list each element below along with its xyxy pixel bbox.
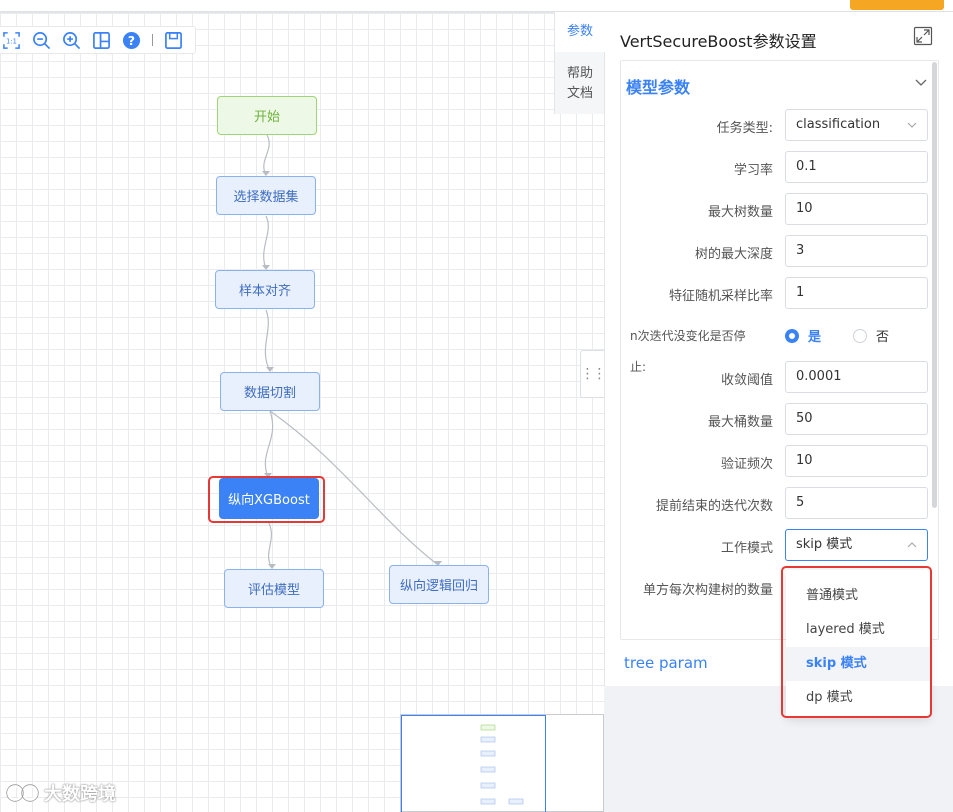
svg-text:1:1: 1:1 (6, 37, 17, 45)
section-title-model-params: 模型参数 (626, 78, 691, 97)
chevron-up-icon (907, 542, 917, 548)
top-right-button[interactable] (850, 0, 944, 10)
minimap[interactable] (400, 714, 604, 812)
learning-rate-label: 学习率 (733, 163, 773, 178)
node-start[interactable]: 开始 (217, 96, 317, 135)
chevron-down-icon (907, 122, 917, 128)
work-mode-select[interactable]: skip 模式 (785, 529, 928, 561)
fit-view-icon[interactable]: 1:1 (2, 31, 21, 50)
watermark: 大数跨境 (6, 780, 116, 806)
max-trees-input[interactable]: 10 (785, 193, 928, 225)
canvas-toolbar: 1:1 ? (0, 26, 196, 54)
layout-icon[interactable] (92, 31, 111, 50)
tab-help-docs[interactable]: 帮助 文档 (555, 52, 605, 104)
panel-title: VertSecureBoost参数设置 (620, 32, 817, 51)
feature-sample-ratio-label: 特征随机采样比率 (668, 289, 773, 304)
zoom-in-icon[interactable] (62, 31, 81, 50)
tree-param-section[interactable]: tree param (624, 654, 708, 672)
work-mode-value: skip 模式 (796, 537, 853, 552)
watermark-logo-icon (6, 784, 39, 802)
tab-params[interactable]: 参数 (555, 12, 605, 52)
expand-icon[interactable] (913, 26, 933, 46)
minimap-viewport[interactable] (401, 715, 546, 812)
highlight-box-xgboost (208, 476, 325, 523)
validation-freq-label: 验证频次 (720, 457, 773, 472)
toolbar-divider (152, 34, 153, 46)
max-bins-input[interactable]: 50 (785, 403, 928, 435)
max-bins-label: 最大桶数量 (707, 415, 773, 430)
zoom-out-icon[interactable] (32, 31, 51, 50)
learning-rate-input[interactable]: 0.1 (785, 151, 928, 183)
task-type-value: classification (796, 117, 881, 132)
early-stop-yes-radio[interactable]: 是 (785, 326, 821, 345)
help-icon[interactable]: ? (122, 31, 141, 50)
node-sample-align[interactable]: 样本对齐 (215, 270, 315, 309)
task-type-label: 任务类型: (716, 121, 773, 136)
node-select-dataset[interactable]: 选择数据集 (216, 176, 316, 215)
node-evaluate[interactable]: 评估模型 (224, 569, 324, 608)
highlight-box-dropdown (781, 566, 932, 718)
radio-unchecked-icon (853, 328, 867, 343)
node-vertical-lr[interactable]: 纵向逻辑回归 (389, 565, 489, 604)
work-mode-label: 工作模式 (720, 541, 773, 556)
node-data-split[interactable]: 数据切割 (220, 372, 320, 411)
side-tabs: 参数 帮助 文档 (554, 12, 605, 114)
max-depth-input[interactable]: 3 (785, 235, 928, 267)
early-stop-label-line2: 止: (630, 360, 647, 374)
tol-input[interactable]: 0.0001 (785, 361, 928, 393)
early-stop-no-radio[interactable]: 否 (853, 326, 889, 345)
early-stop-rounds-label: 提前结束的迭代次数 (655, 499, 773, 514)
save-icon[interactable] (164, 31, 183, 50)
trees-per-party-label: 单方每次构建树的数量 (642, 583, 773, 598)
max-depth-label: 树的最大深度 (694, 247, 773, 262)
validation-freq-input[interactable]: 10 (785, 445, 928, 477)
tol-label: 收敛阈值 (720, 373, 773, 388)
radio-checked-icon (785, 328, 799, 343)
chevron-down-icon[interactable] (914, 78, 928, 88)
early-stop-label-line1: n次迭代没变化是否停 (630, 329, 746, 343)
feature-sample-ratio-input[interactable]: 1 (785, 277, 928, 309)
task-type-select[interactable]: classification (785, 109, 928, 141)
svg-text:?: ? (128, 33, 135, 47)
early-stop-rounds-input[interactable]: 5 (785, 487, 928, 519)
watermark-text: 大数跨境 (44, 784, 116, 805)
max-trees-label: 最大树数量 (707, 205, 773, 220)
panel-scrollbar[interactable] (932, 62, 937, 508)
panel-resize-handle[interactable]: ⋮⋮ (580, 350, 607, 398)
